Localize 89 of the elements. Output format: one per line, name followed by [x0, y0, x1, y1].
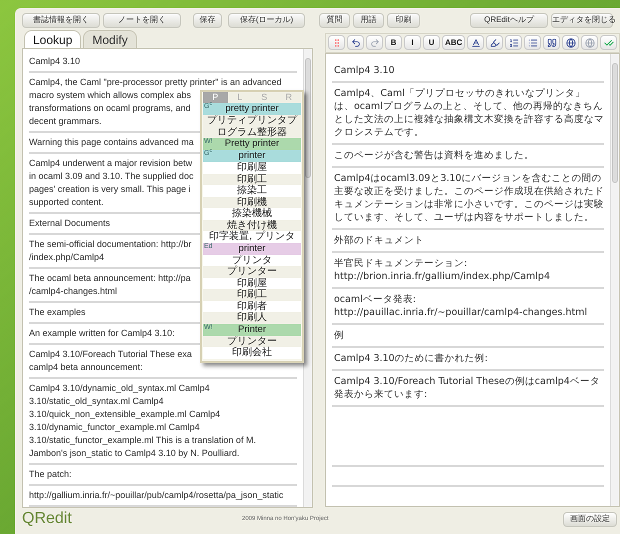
- check-icon: [604, 38, 614, 48]
- format-button[interactable]: ABC: [442, 35, 465, 50]
- toolbar-button[interactable]: ノートを開く: [103, 12, 181, 28]
- translation-item[interactable]: プリンタ: [203, 254, 301, 266]
- editor-paragraph: 半官民ドキュメンテーション: http://brion.inria.fr/gallium/index.php/Camlp4: [333, 256, 551, 283]
- text-line: 3.10/static_functor_example.ml This is a translation of M.: [29, 434, 256, 447]
- editor-paragraph: 外部のドキュメント: [333, 234, 425, 247]
- numbered-list-icon: [508, 38, 518, 48]
- editor-paragraph: ocamlベータ発表: http://pauillac.inria.fr/~pouillar/camlp4-changes.html: [333, 292, 588, 319]
- editor-paragraph: Camlp4 3.10/Foreach Tutorial Theseの例はcamlp4ベータ発表から来ています:: [333, 374, 601, 401]
- text-line: The ocaml beta announcement: http://pa: [29, 272, 191, 285]
- text-line: pages' creation is very small. This page i: [29, 183, 191, 196]
- translation-item[interactable]: 印刷工: [203, 174, 301, 185]
- tool-button[interactable]: [543, 35, 560, 50]
- translation-item[interactable]: 印刷会社: [203, 347, 301, 358]
- translation-item[interactable]: 焼き付け機: [203, 220, 301, 231]
- text-line: 3.10/dynamic_functor_example.ml Camlp4: [29, 421, 200, 434]
- editor-paragraph: 例: [333, 328, 345, 342]
- settings-button[interactable]: 画面の設定: [563, 512, 617, 526]
- translation-item[interactable]: 印刷人: [203, 312, 301, 324]
- tool-button[interactable]: [562, 35, 579, 50]
- translation-item[interactable]: 印刷者: [203, 300, 301, 312]
- translation-item[interactable]: 捺染工: [203, 185, 301, 196]
- text-line: in ocaml 3.09 and 3.10. The supplied doc: [29, 170, 194, 183]
- text-line: The patch:: [29, 468, 72, 481]
- toolbar-button[interactable]: エディタを閉じる: [551, 12, 613, 28]
- text-line: /camlp4-changes.html: [29, 285, 118, 298]
- redo-icon: [370, 38, 380, 48]
- editor-paragraph: Camlp4はocaml3.09と3.10にバージョンを含むことの間の主要な改正を受けました。このページ作成現在供給されたドキュメンテーションは非常に小さいです。このページは実験しています、そして、ユーザは内容をサポートしました。: [333, 172, 604, 224]
- undo-icon: [350, 38, 360, 48]
- text-line: macro system which allows complex abs: [29, 89, 192, 102]
- tool-button[interactable]: [505, 35, 522, 50]
- text-line: Jambon's json_static to Camlp4 3.10 by N. Poulliard.: [29, 447, 240, 460]
- text-line: transformations on ocaml programs, and: [29, 102, 191, 115]
- logo: QRedit: [22, 509, 73, 529]
- scrollbar[interactable]: [610, 54, 619, 506]
- toolbar-button[interactable]: 書誌情報を開く: [22, 12, 100, 28]
- scrollbar[interactable]: [303, 49, 312, 507]
- editor-area[interactable]: [325, 52, 620, 507]
- tab[interactable]: Lookup: [24, 30, 82, 48]
- text-line: Camlp4 3.10/dynamic_old_syntax.ml Camlp4: [29, 382, 210, 395]
- text-line: Camlp4 underwent a major revision betw: [29, 157, 192, 170]
- toolbar-button[interactable]: 印刷: [387, 12, 420, 28]
- text-line: Camlp4 3.10: [29, 55, 80, 68]
- text-line: 3.10/quick_non_extensible_example.ml Camlp4: [29, 408, 220, 421]
- text-line: Camlp4 3.10/Foreach Tutorial These exa: [29, 348, 192, 361]
- tool-button[interactable]: [347, 35, 364, 50]
- format-button[interactable]: I: [404, 35, 421, 50]
- text-line: camlp4 beta announcement:: [29, 361, 143, 374]
- text-line: Camlp4, the Caml "pre-processor pretty printer" is an advanced: [29, 76, 282, 89]
- tab[interactable]: Modify: [83, 30, 137, 48]
- translation-item[interactable]: 捺染機械: [203, 208, 301, 220]
- text-line: External Documents: [29, 217, 110, 230]
- toolbar-button[interactable]: 保存: [193, 12, 222, 28]
- translation-item[interactable]: 印刷工: [203, 289, 301, 300]
- tool-button[interactable]: [467, 35, 484, 50]
- text-line: An example written for Camlp4 3.10:: [29, 327, 175, 340]
- globe-icon: [584, 38, 594, 48]
- tool-button[interactable]: [486, 35, 503, 50]
- toolbar-button[interactable]: 用語: [353, 12, 384, 28]
- text-color-icon: [470, 38, 480, 48]
- toolbar-button[interactable]: 質問: [319, 12, 350, 28]
- text-line: Warning this page contains advanced ma: [29, 136, 194, 149]
- editor-paragraph: Camlp4、Caml「プリプロセッサのきれいなプリンタ」は、ocamlプログラムの上と、そして、他の再帰的なきちんとした文法の上に複雑な抽象構文木変換を許容する高度なマクロシステムです。: [333, 86, 604, 139]
- translation-item[interactable]: 印字装置, プリンタ: [203, 231, 301, 242]
- translation-item[interactable]: 印刷屋: [203, 162, 301, 174]
- editor-paragraph: このページが含む警告は資料を進めました。: [333, 148, 535, 162]
- quote-icon: [546, 38, 556, 48]
- translation-item[interactable]: プリンター: [203, 336, 301, 347]
- globe-icon: [566, 38, 576, 48]
- text-line: supported content.: [29, 196, 104, 209]
- translation-item[interactable]: プリンター: [203, 266, 301, 278]
- format-button[interactable]: B: [385, 35, 402, 50]
- toolbar-button[interactable]: QREditヘルプ: [470, 12, 548, 28]
- text-line: 3.10/static_old_syntax.ml Camlp4: [29, 395, 164, 408]
- translation-item[interactable]: プリティプリンタプログラム整形器: [203, 115, 301, 138]
- text-line: /index.php/Camlp4: [29, 251, 104, 264]
- tool-button[interactable]: [524, 35, 541, 50]
- text-line: decent grammars.: [29, 115, 102, 128]
- toolbar-button[interactable]: 保存(ローカル): [228, 12, 305, 28]
- translation-item[interactable]: 印刷屋: [203, 278, 301, 289]
- text-line: The examples: [29, 306, 86, 319]
- editor-paragraph: Camlp4 3.10のために書かれた例:: [333, 352, 489, 365]
- editor-paragraph: Camlp4 3.10: [333, 64, 396, 77]
- highlight-icon: [490, 38, 500, 48]
- translation-item[interactable]: 印刷機: [203, 196, 301, 208]
- text-line: http://gallium.inria.fr/~pouillar/pub/camlp4/rosetta/pa_json_static: [29, 489, 284, 502]
- format-button[interactable]: U: [423, 35, 440, 50]
- text-line: The semi-official documentation: http://br: [29, 238, 192, 251]
